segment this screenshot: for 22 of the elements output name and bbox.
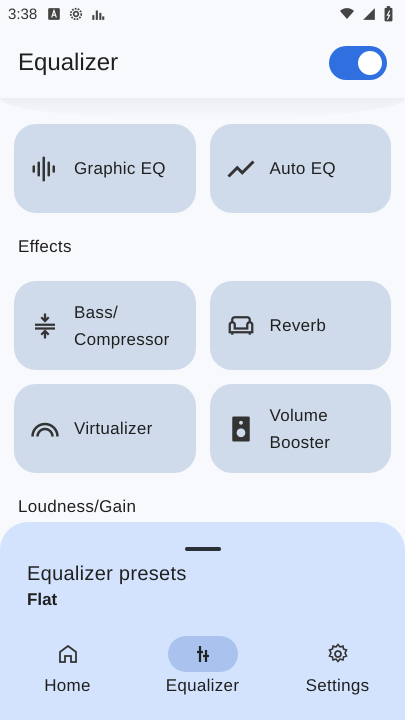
nav-item[interactable]: Equalizer [135,636,270,696]
toggle-switch[interactable] [329,46,387,80]
battery-icon [384,6,393,22]
nav-item[interactable]: Settings [270,636,405,696]
tile-button[interactable]: Volume Booster [210,384,391,473]
nav-item[interactable]: Home [0,636,135,696]
status-time: 3:38 [8,6,38,22]
wifi-icon [340,7,354,21]
signal-icon [362,7,376,21]
tile-button[interactable]: Reverb [210,281,391,370]
settings-icon [69,7,84,21]
sheet-title: Equalizer presets [27,563,188,586]
keyboard-icon [47,7,62,21]
section-heading: Loudness/Gain [17,496,138,518]
preset-value: Flat [27,590,58,610]
drag-handle[interactable] [184,547,220,551]
tile-button[interactable]: Bass/ Compressor [14,281,196,370]
tile-button[interactable]: Graphic EQ [14,124,196,213]
section-heading: Effects [17,236,73,258]
tile-button[interactable]: Virtualizer [14,384,196,473]
tile-button[interactable]: Auto EQ [210,124,391,213]
app-title: Equalizer [18,49,118,77]
